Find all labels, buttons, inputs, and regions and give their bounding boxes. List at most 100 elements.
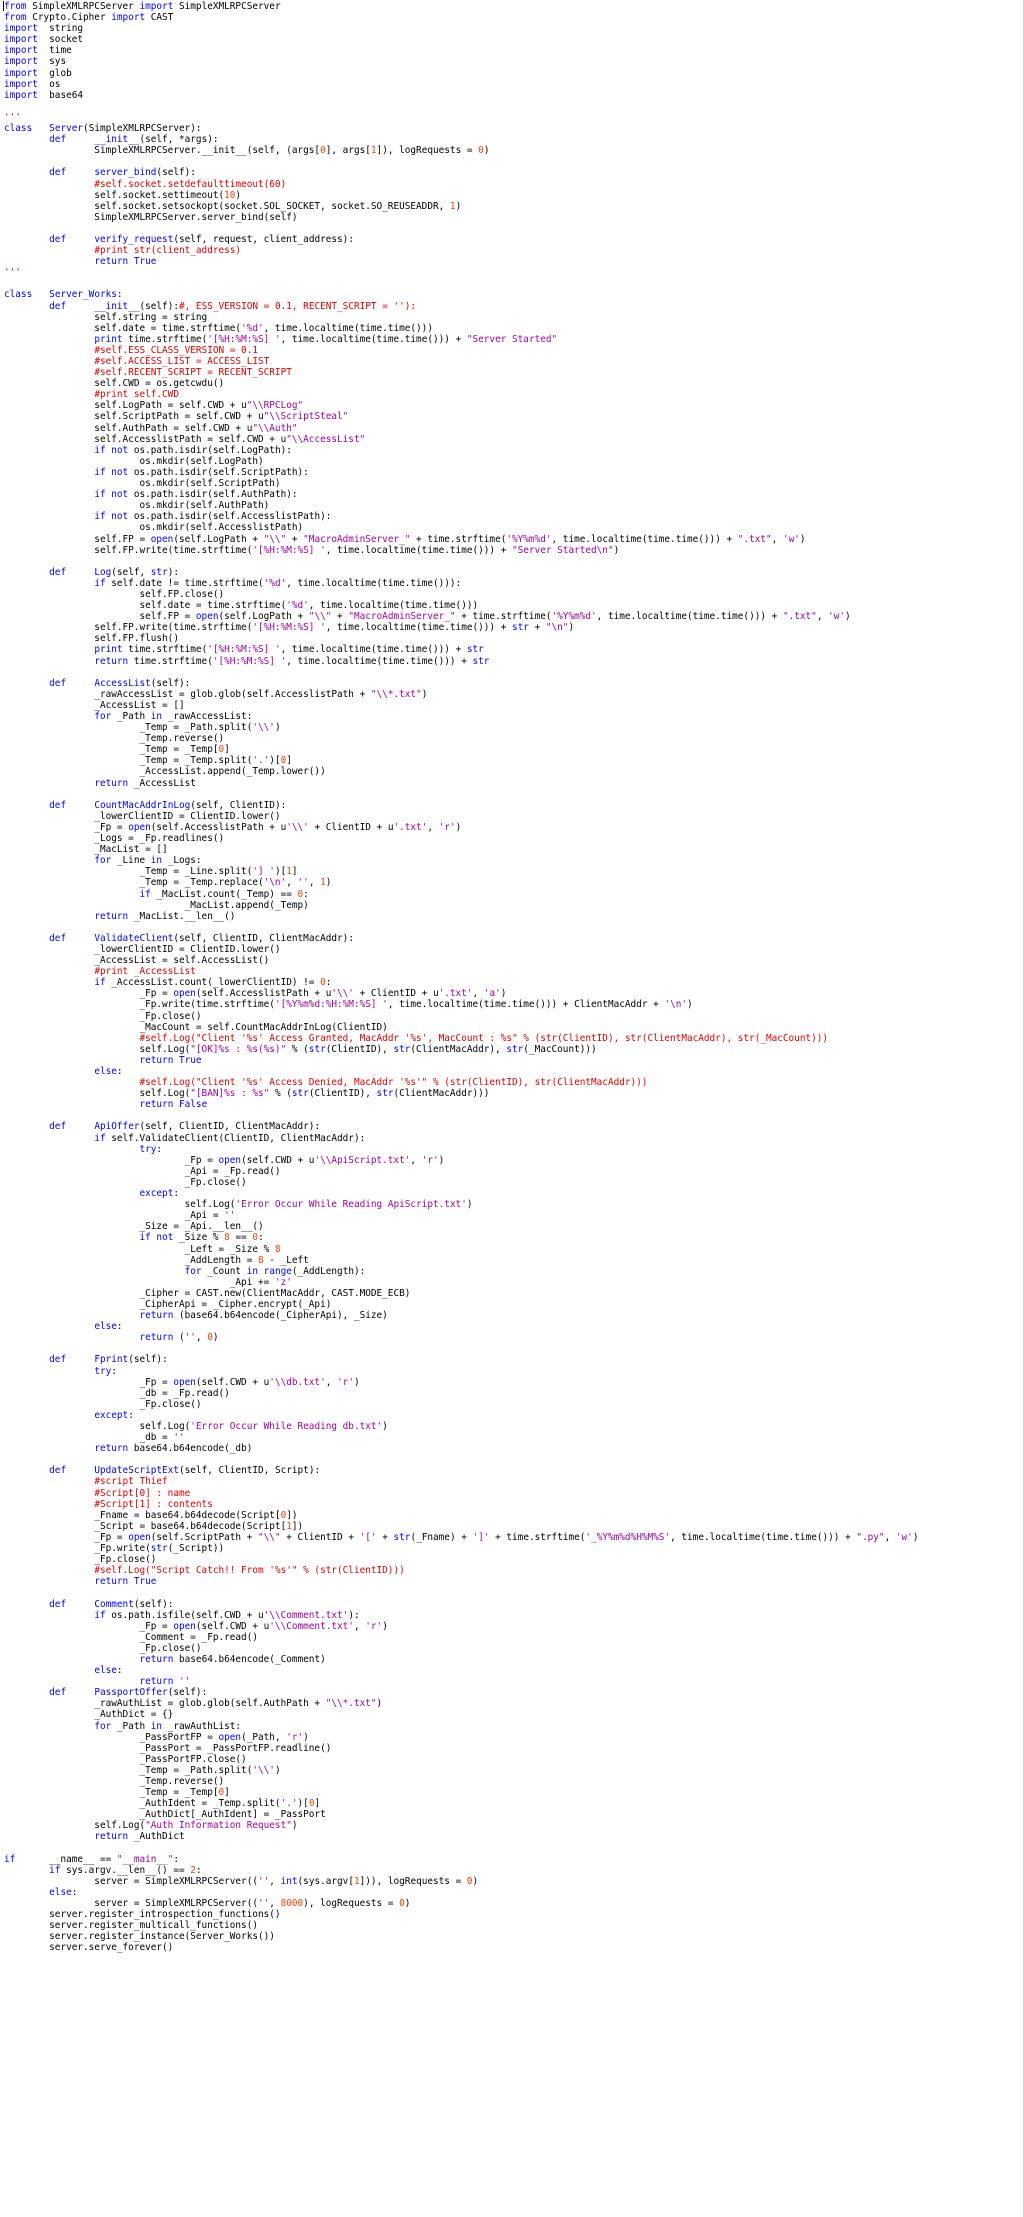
code-line: ​ xyxy=(4,223,918,234)
code-line: server.register_introspection_functions(… xyxy=(4,1909,281,1921)
code-line: try: xyxy=(94,1365,117,1377)
code-line: #self.ACCESS_LIST = ACCESS_LIST xyxy=(94,356,270,367)
code-line: _Api = _Fp.read() xyxy=(4,1165,281,1177)
code-line: class Server_Works: xyxy=(4,289,123,301)
code-line: _db = '' xyxy=(4,1432,185,1444)
code-line: for _Line in _Logs: xyxy=(94,855,202,867)
code-line: server = SimpleXMLRPCServer(('', 8000), … xyxy=(4,1898,411,1910)
code-line: ​ xyxy=(4,1843,918,1854)
code-text[interactable]: from SimpleXMLRPCServer import SimpleXML… xyxy=(4,1,918,1954)
code-line: _Temp = _Line.split('] ')[1] xyxy=(4,866,298,878)
code-line: self.FP = open(self.LogPath + "\\" + "Ma… xyxy=(4,533,806,545)
code-line: else: xyxy=(94,1321,123,1333)
code-line: for _Path in _rawAccessList: xyxy=(94,711,253,722)
code-line: _Logs = _Fp.readlines() xyxy=(4,833,225,845)
code-line: ​ xyxy=(4,156,918,167)
code-line: return False xyxy=(139,1099,208,1111)
code-line: self.FP.write(time.strftime('[%H:%M:%S] … xyxy=(4,544,620,556)
code-line: _Temp = _Temp.replace('\n', '', 1) xyxy=(4,877,332,889)
code-line: #self.ESS_CLASS_VERSION = 0.1 xyxy=(94,344,258,356)
code-line: server.register_instance(Server_Works()) xyxy=(4,1931,275,1943)
code-line: ''' xyxy=(4,267,21,279)
code-line: self.Log('Error Occur While Reading db.t… xyxy=(4,1421,388,1432)
code-line: os.mkdir(self.LogPath) xyxy=(4,455,264,467)
code-line: self.FP.write(time.strftime('[%H:%M:%S] … xyxy=(4,622,575,634)
code-editor[interactable]: from SimpleXMLRPCServer import SimpleXML… xyxy=(0,0,1024,2217)
code-line: _Api += 'z' xyxy=(4,1276,292,1288)
code-line: ​ xyxy=(4,1343,918,1354)
code-line: ​ xyxy=(4,667,918,678)
code-line: return _AuthDict xyxy=(94,1831,185,1843)
code-line: #print _AccessList xyxy=(94,966,196,978)
code-line: server.serve_forever() xyxy=(4,1942,174,1954)
code-line: self.Log("Auth Information Request") xyxy=(4,1820,298,1832)
code-line: self.LogPath = self.CWD + u"\\RPCLog" xyxy=(4,400,304,412)
code-line: _Fp.close() xyxy=(4,1642,202,1654)
code-line: _AuthDict[_AuthIdent] = _PassPort xyxy=(4,1809,326,1821)
code-line: _Temp = _Path.split('\\') xyxy=(4,722,281,734)
code-line: _Fp = open(self.CWD + u'\\ApiScript.txt'… xyxy=(4,1154,445,1166)
code-line: self.date = time.strftime('%d', time.loc… xyxy=(4,600,479,612)
code-line: _Fp.write(time.strftime('[%Y%m%d:%H:%M:%… xyxy=(4,999,693,1011)
code-line: _lowerClientID = ClientID.lower() xyxy=(4,810,281,822)
code-line: self.date = time.strftime('%d', time.loc… xyxy=(4,322,433,334)
code-line: if sys.argv.__len__() == 2: xyxy=(49,1864,202,1876)
code-line: if _MacList.count(_Temp) == 0: xyxy=(139,888,309,900)
code-line: import socket xyxy=(4,34,84,46)
code-line: def Log(self, str): xyxy=(49,566,180,578)
code-line: _Api = '' xyxy=(4,1210,236,1222)
code-line: self.Log('Error Occur While Reading ApiS… xyxy=(4,1199,473,1211)
code-line: _MacCount = self.CountMacAddrInLog(Clien… xyxy=(4,1021,388,1033)
code-line: import glob xyxy=(4,67,72,79)
code-line: SimpleXMLRPCServer.__init__(self, (args[… xyxy=(4,145,490,157)
code-line: return '' xyxy=(139,1676,191,1688)
code-line: #Script[1] : contents xyxy=(94,1498,213,1510)
code-line: _AccessList.append(_Temp.lower()) xyxy=(4,766,326,778)
code-line: for _Count in range(_AddLength): xyxy=(184,1265,366,1277)
code-line: return base64.b64encode(_db) xyxy=(94,1443,253,1455)
code-line: _Fp.close() xyxy=(4,1554,157,1566)
code-line: #script Thief xyxy=(94,1476,168,1488)
code-line: #Script[0] : name xyxy=(94,1487,191,1499)
code-line: _PassPortFP = open(_Path, 'r') xyxy=(4,1731,309,1743)
code-line: self.socket.settimeout(10) xyxy=(4,189,242,201)
code-line: ​ xyxy=(4,278,918,289)
code-line: _Temp.reverse() xyxy=(4,1776,225,1787)
code-line: if __name__ == "__main__": xyxy=(4,1853,180,1865)
code-line: _rawAuthList = glob.glob(self.AuthPath +… xyxy=(4,1698,383,1710)
code-line: return _MacList.__len__() xyxy=(94,910,236,922)
code-line: _Cipher = CAST.new(ClientMacAddr, CAST.M… xyxy=(4,1287,411,1299)
code-line: _Fp = open(self.CWD + u'\\Comment.txt', … xyxy=(4,1620,388,1632)
code-line: except: xyxy=(139,1188,179,1200)
code-line: import base64 xyxy=(4,89,84,101)
code-line: _AuthDict = {} xyxy=(4,1709,174,1721)
code-line: _Temp = _Temp[0] xyxy=(4,1787,230,1799)
code-line: ​ xyxy=(4,1110,918,1121)
code-line: self.string = string xyxy=(4,311,208,323)
code-line: _Fp = open(self.ScriptPath + "\\" + Clie… xyxy=(4,1531,919,1543)
code-line: _lowerClientID = ClientID.lower() xyxy=(4,943,281,955)
code-line: ​ xyxy=(4,922,918,933)
code-line: else: xyxy=(49,1886,78,1898)
code-line: _Size = _Api.__len__() xyxy=(4,1221,264,1233)
code-line: #print str(client_address) xyxy=(94,245,242,257)
code-line: self.socket.setsockopt(socket.SOL_SOCKET… xyxy=(4,200,462,212)
code-line: _Fname = base64.b64decode(Script[0]) xyxy=(4,1509,298,1521)
code-line: _CipherApi = _Cipher.encrypt(_Api) xyxy=(4,1298,332,1310)
code-line: self.FP = open(self.LogPath + "\\" + "Ma… xyxy=(4,611,851,623)
code-line: return time.strftime('[%H:%M:%S] ', time… xyxy=(94,655,490,667)
code-line: _Fp.close() xyxy=(4,1176,247,1188)
code-line: from SimpleXMLRPCServer import SimpleXML… xyxy=(4,1,281,12)
code-line: os.mkdir(self.AccesslistPath) xyxy=(4,522,304,534)
code-line: #self.RECENT_SCRIPT = RECENT_SCRIPT xyxy=(94,367,292,379)
code-line: if self.date != time.strftime('%d', time… xyxy=(94,577,462,589)
code-line: self.FP.close() xyxy=(4,588,225,600)
code-line: _AccessList = [] xyxy=(4,699,185,711)
code-line: return base64.b64encode(_Comment) xyxy=(139,1653,326,1665)
code-line: _Fp.close() xyxy=(4,1398,202,1410)
code-line: self.Log("[OK]%s : %s(%s)" % (str(Client… xyxy=(4,1043,597,1055)
code-line: for _Path in _rawAuthList: xyxy=(94,1720,242,1732)
code-line: if not os.path.isdir(self.ScriptPath): xyxy=(94,466,309,478)
code-line: if not os.path.isdir(self.LogPath): xyxy=(94,444,292,456)
code-line: def Comment(self): xyxy=(49,1598,174,1610)
